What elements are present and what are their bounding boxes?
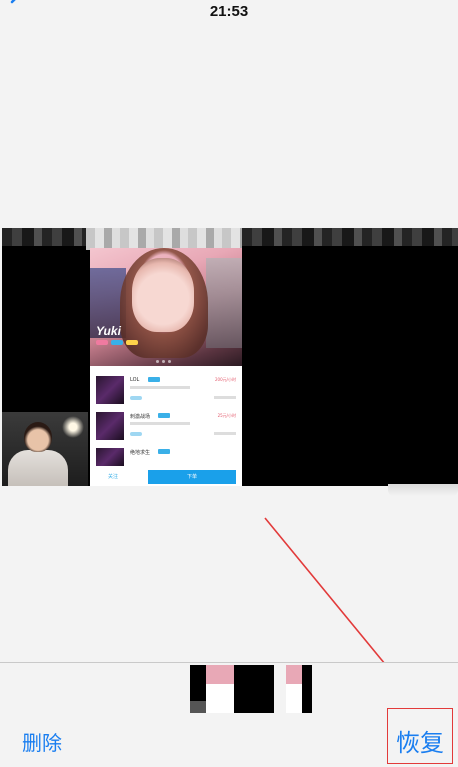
carousel-dot <box>162 360 165 363</box>
list-item-tag <box>158 449 170 454</box>
list-item-title: LOL <box>130 377 140 383</box>
lamp-glow <box>62 416 84 438</box>
list-item-pill <box>130 396 142 400</box>
badge <box>126 340 138 345</box>
thumbnail-content <box>206 665 234 713</box>
hero-face <box>132 258 194 332</box>
restore-button[interactable]: 恢复 <box>396 723 444 758</box>
list-item: LOL 200元/小时 <box>96 376 238 410</box>
list-item-title: 刺激战场 <box>130 414 151 420</box>
hero-background-right <box>206 258 242 348</box>
camera-overlay <box>2 412 88 486</box>
photo-viewer-screen: 21:53 Yuki LOL 200元/小时 刺激战场 25元/小时 绝地求生 … <box>0 0 458 767</box>
delete-button[interactable]: 删除 <box>22 727 62 756</box>
list-item-thumbnail <box>96 448 124 466</box>
bottom-toolbar: 删除 恢复 <box>0 662 458 767</box>
embedded-app-screenshot: Yuki LOL 200元/小时 刺激战场 25元/小时 绝地求生 关注 下单 <box>90 248 242 486</box>
list-item-title: 绝地求生 <box>130 450 151 456</box>
carousel-dot <box>168 360 171 363</box>
list-item-sub <box>214 432 236 435</box>
thumbnail-pip <box>190 701 206 713</box>
list-item-sub <box>214 396 236 399</box>
list-item-thumbnail <box>96 412 124 440</box>
status-time: 21:53 <box>209 3 249 20</box>
thumbnail-content <box>286 665 302 713</box>
list-item-desc <box>130 386 190 389</box>
badge <box>111 340 123 345</box>
thumbnail[interactable] <box>190 665 274 713</box>
pixelated-band-light <box>86 228 242 250</box>
restore-highlight-box[interactable]: 恢复 <box>387 708 453 764</box>
person-head <box>24 422 52 452</box>
thumbnail-strip <box>190 665 312 715</box>
follow-label: 关注 <box>108 474 119 480</box>
hero-badges <box>96 340 138 345</box>
list-item-price: 200元/小时 <box>215 377 236 382</box>
list-item-tag <box>158 413 170 418</box>
order-button: 下单 <box>148 470 236 484</box>
badge <box>96 340 108 345</box>
service-list: LOL 200元/小时 刺激战场 25元/小时 绝地求生 <box>90 366 242 486</box>
status-bar: 21:53 <box>0 0 458 28</box>
list-item-tag <box>148 377 160 382</box>
list-item-pill <box>130 432 142 436</box>
shadow-edge <box>388 484 458 496</box>
person-body <box>8 450 68 486</box>
carousel-dots <box>156 360 171 363</box>
photo-preview[interactable]: Yuki LOL 200元/小时 刺激战场 25元/小时 绝地求生 关注 下单 <box>2 228 458 486</box>
list-item: 绝地求生 <box>96 448 238 468</box>
list-item-desc <box>130 422 190 425</box>
list-item: 刺激战场 25元/小时 <box>96 412 238 446</box>
list-item-price: 25元/小时 <box>217 413 236 418</box>
carousel-dot <box>156 360 159 363</box>
hero-image: Yuki <box>90 248 242 366</box>
thumbnail[interactable] <box>286 665 312 713</box>
list-item-thumbnail <box>96 376 124 404</box>
inner-bottom-bar: 关注 下单 <box>90 470 242 486</box>
hero-name: Yuki <box>96 324 121 338</box>
